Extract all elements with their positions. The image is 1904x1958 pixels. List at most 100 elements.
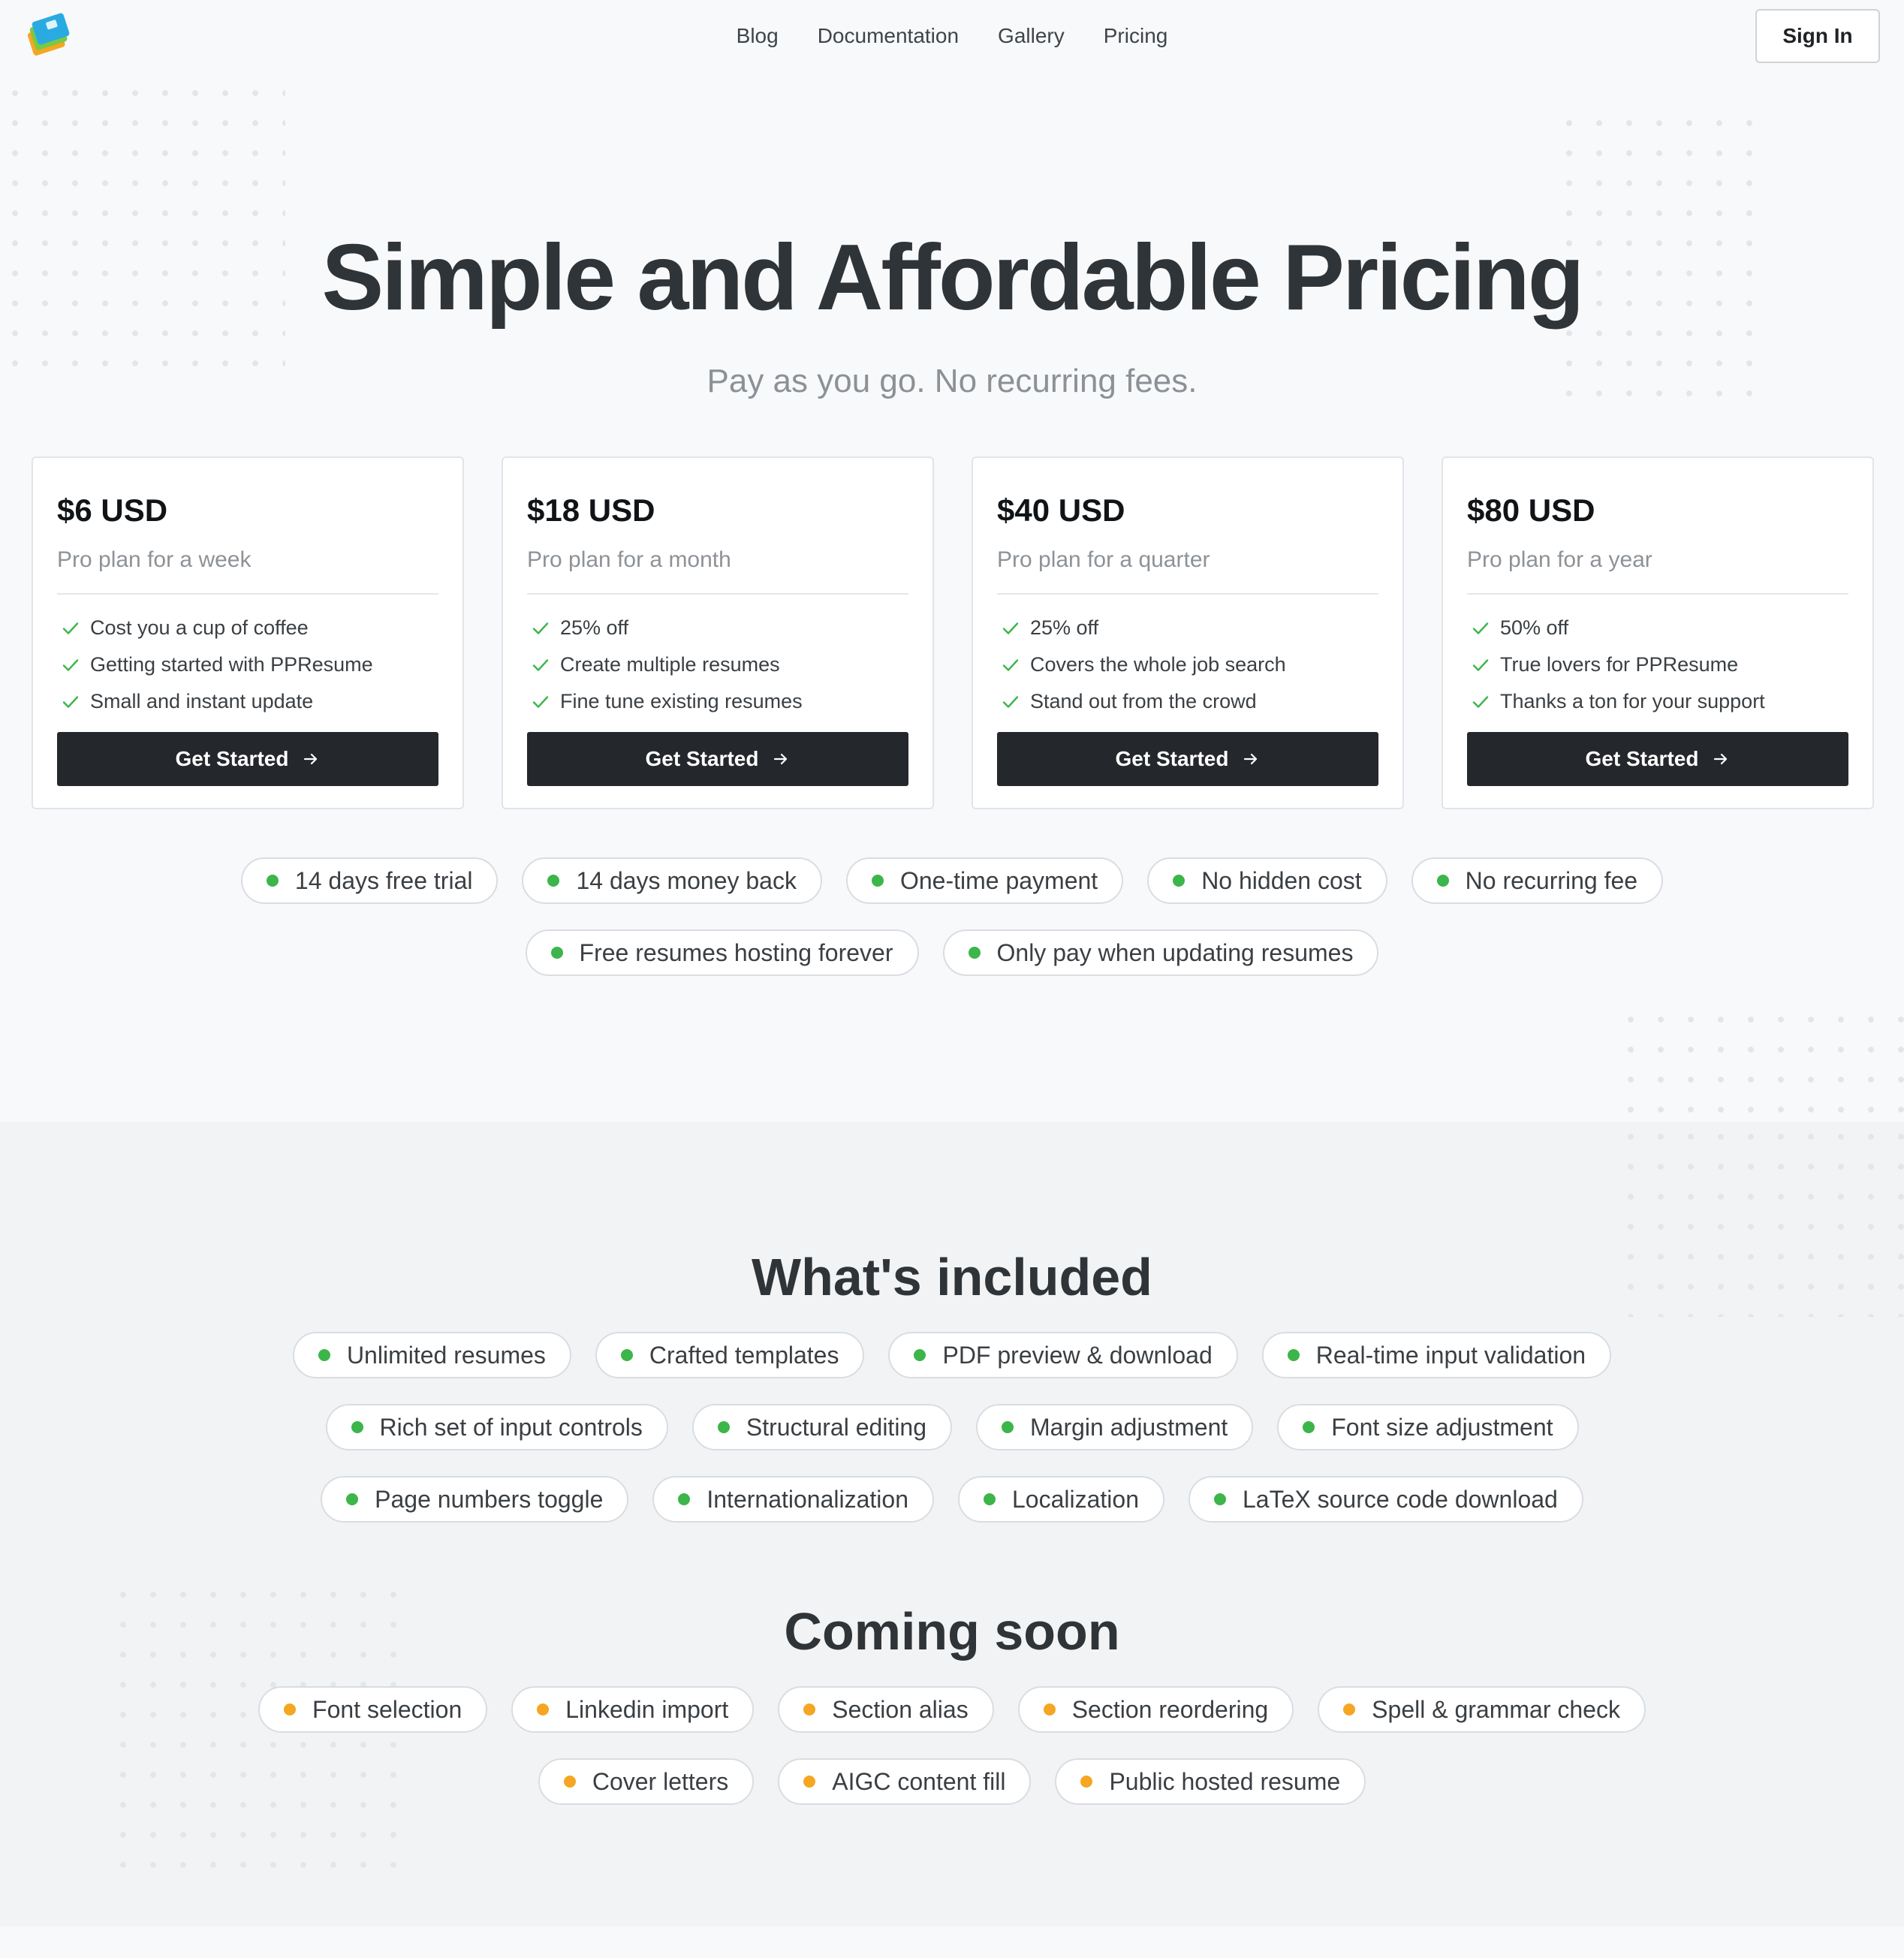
- coming-label: Section reordering: [1071, 1695, 1269, 1723]
- feature-label: Margin adjustment: [1030, 1413, 1228, 1441]
- plan-card-month: $18 USD Pro plan for a month 25% off Cre…: [502, 456, 934, 809]
- plan-feature: Stand out from the crowd: [997, 683, 1378, 720]
- card-divider: [997, 593, 1378, 595]
- feature-pill: Page numbers toggle: [321, 1476, 629, 1523]
- benefit-label: Free resumes hosting forever: [579, 938, 893, 966]
- nav-gallery[interactable]: Gallery: [998, 21, 1065, 51]
- coming-label: AIGC content fill: [832, 1767, 1006, 1795]
- feature-pill: Localization: [957, 1476, 1164, 1523]
- get-started-button[interactable]: Get Started: [527, 732, 908, 786]
- feature-label: Localization: [1011, 1485, 1139, 1513]
- plan-feature-label: Covers the whole job search: [1030, 653, 1286, 676]
- benefit-pill: No recurring fee: [1411, 857, 1664, 904]
- plan-card-year: $80 USD Pro plan for a year 50% off True…: [1442, 456, 1874, 809]
- coming-pill: Section alias: [778, 1686, 994, 1733]
- nav-pricing[interactable]: Pricing: [1104, 21, 1168, 51]
- check-icon: [1002, 695, 1019, 708]
- status-dot-icon: [550, 947, 563, 959]
- coming-label: Public hosted resume: [1109, 1767, 1341, 1795]
- status-dot-icon: [717, 1421, 730, 1433]
- sign-in-button[interactable]: Sign In: [1755, 9, 1880, 63]
- plan-price: $80 USD: [1467, 493, 1595, 528]
- site-header: Blog Documentation Gallery Pricing Sign …: [0, 0, 1904, 72]
- benefit-pill: No hidden cost: [1147, 857, 1387, 904]
- feature-label: Page numbers toggle: [375, 1485, 604, 1513]
- status-dot-icon: [983, 1493, 996, 1505]
- plan-feature-label: Create multiple resumes: [560, 653, 780, 676]
- pricing-cards: $6 USD Pro plan for a week Cost you a cu…: [32, 456, 1874, 809]
- coming-pill: Public hosted resume: [1055, 1758, 1366, 1805]
- benefit-label: One-time payment: [899, 866, 1098, 894]
- plan-feature-label: 25% off: [1030, 616, 1099, 639]
- plan-feature: Thanks a ton for your support: [1467, 683, 1848, 720]
- feature-pill: Font size adjustment: [1277, 1404, 1579, 1450]
- feature-pill: Rich set of input controls: [325, 1404, 668, 1450]
- arrow-right-icon: [1714, 753, 1728, 765]
- feature-label: LaTeX source code download: [1242, 1485, 1558, 1513]
- coming-row-1: Font selection Linkedin import Section a…: [0, 1686, 1904, 1733]
- plan-feature: 25% off: [527, 610, 908, 646]
- plan-feature: True lovers for PPResume: [1467, 646, 1848, 683]
- plan-description: Pro plan for a month: [527, 547, 731, 572]
- status-dot-icon: [547, 875, 560, 887]
- card-divider: [527, 593, 908, 595]
- status-dot-icon: [1080, 1776, 1093, 1788]
- plan-price: $18 USD: [527, 493, 655, 528]
- check-icon: [62, 622, 79, 634]
- feature-label: Unlimited resumes: [346, 1341, 546, 1369]
- check-icon: [532, 695, 549, 708]
- coming-label: Spell & grammar check: [1372, 1695, 1620, 1723]
- feature-label: Crafted templates: [649, 1341, 839, 1369]
- feature-pill: Margin adjustment: [976, 1404, 1254, 1450]
- feature-label: Internationalization: [706, 1485, 908, 1513]
- plan-feature-label: True lovers for PPResume: [1500, 653, 1739, 676]
- plan-feature-label: Getting started with PPResume: [90, 653, 373, 676]
- coming-pill: AIGC content fill: [778, 1758, 1032, 1805]
- coming-label: Linkedin import: [565, 1695, 729, 1723]
- plan-feature: Small and instant update: [57, 683, 438, 720]
- get-started-label: Get Started: [1585, 747, 1699, 770]
- coming-soon-title: Coming soon: [784, 1602, 1120, 1661]
- benefit-pill: Only pay when updating resumes: [942, 929, 1379, 976]
- card-divider: [57, 593, 438, 595]
- status-dot-icon: [1043, 1703, 1056, 1716]
- coming-label: Section alias: [832, 1695, 969, 1723]
- included-row-3: Page numbers toggle Internationalization…: [0, 1476, 1904, 1523]
- features-section: What's included Unlimited resumes Crafte…: [0, 1122, 1904, 1926]
- plan-feature: 50% off: [1467, 610, 1848, 646]
- check-icon: [1472, 658, 1489, 671]
- status-dot-icon: [266, 875, 279, 887]
- nav-blog[interactable]: Blog: [737, 21, 779, 51]
- feature-pill: Crafted templates: [595, 1332, 865, 1378]
- arrow-right-icon: [304, 753, 318, 765]
- benefit-label: No hidden cost: [1201, 866, 1362, 894]
- check-icon: [532, 658, 549, 671]
- get-started-button[interactable]: Get Started: [57, 732, 438, 786]
- included-title: What's included: [752, 1248, 1152, 1306]
- coming-pill: Font selection: [258, 1686, 488, 1733]
- feature-label: Structural editing: [746, 1413, 927, 1441]
- plan-card-quarter: $40 USD Pro plan for a quarter 25% off C…: [972, 456, 1404, 809]
- nav-documentation[interactable]: Documentation: [818, 21, 959, 51]
- feature-pill: Unlimited resumes: [292, 1332, 571, 1378]
- feature-pill: Structural editing: [691, 1404, 953, 1450]
- plan-feature-label: Thanks a ton for your support: [1500, 690, 1765, 712]
- check-icon: [1472, 695, 1489, 708]
- check-icon: [532, 622, 549, 634]
- get-started-button[interactable]: Get Started: [1467, 732, 1848, 786]
- benefit-label: Only pay when updating resumes: [996, 938, 1354, 966]
- status-dot-icon: [346, 1493, 359, 1505]
- plan-feature: Cost you a cup of coffee: [57, 610, 438, 646]
- benefit-pill: 14 days free trial: [240, 857, 499, 904]
- plan-price: $6 USD: [57, 493, 168, 528]
- get-started-label: Get Started: [1115, 747, 1229, 770]
- get-started-button[interactable]: Get Started: [997, 732, 1378, 786]
- status-dot-icon: [351, 1421, 363, 1433]
- benefit-label: 14 days free trial: [294, 866, 473, 894]
- coming-pill: Linkedin import: [511, 1686, 755, 1733]
- status-dot-icon: [1436, 875, 1449, 887]
- status-dot-icon: [871, 875, 884, 887]
- check-icon: [1002, 622, 1019, 634]
- plan-description: Pro plan for a year: [1467, 547, 1652, 572]
- included-row-2: Rich set of input controls Structural ed…: [0, 1404, 1904, 1450]
